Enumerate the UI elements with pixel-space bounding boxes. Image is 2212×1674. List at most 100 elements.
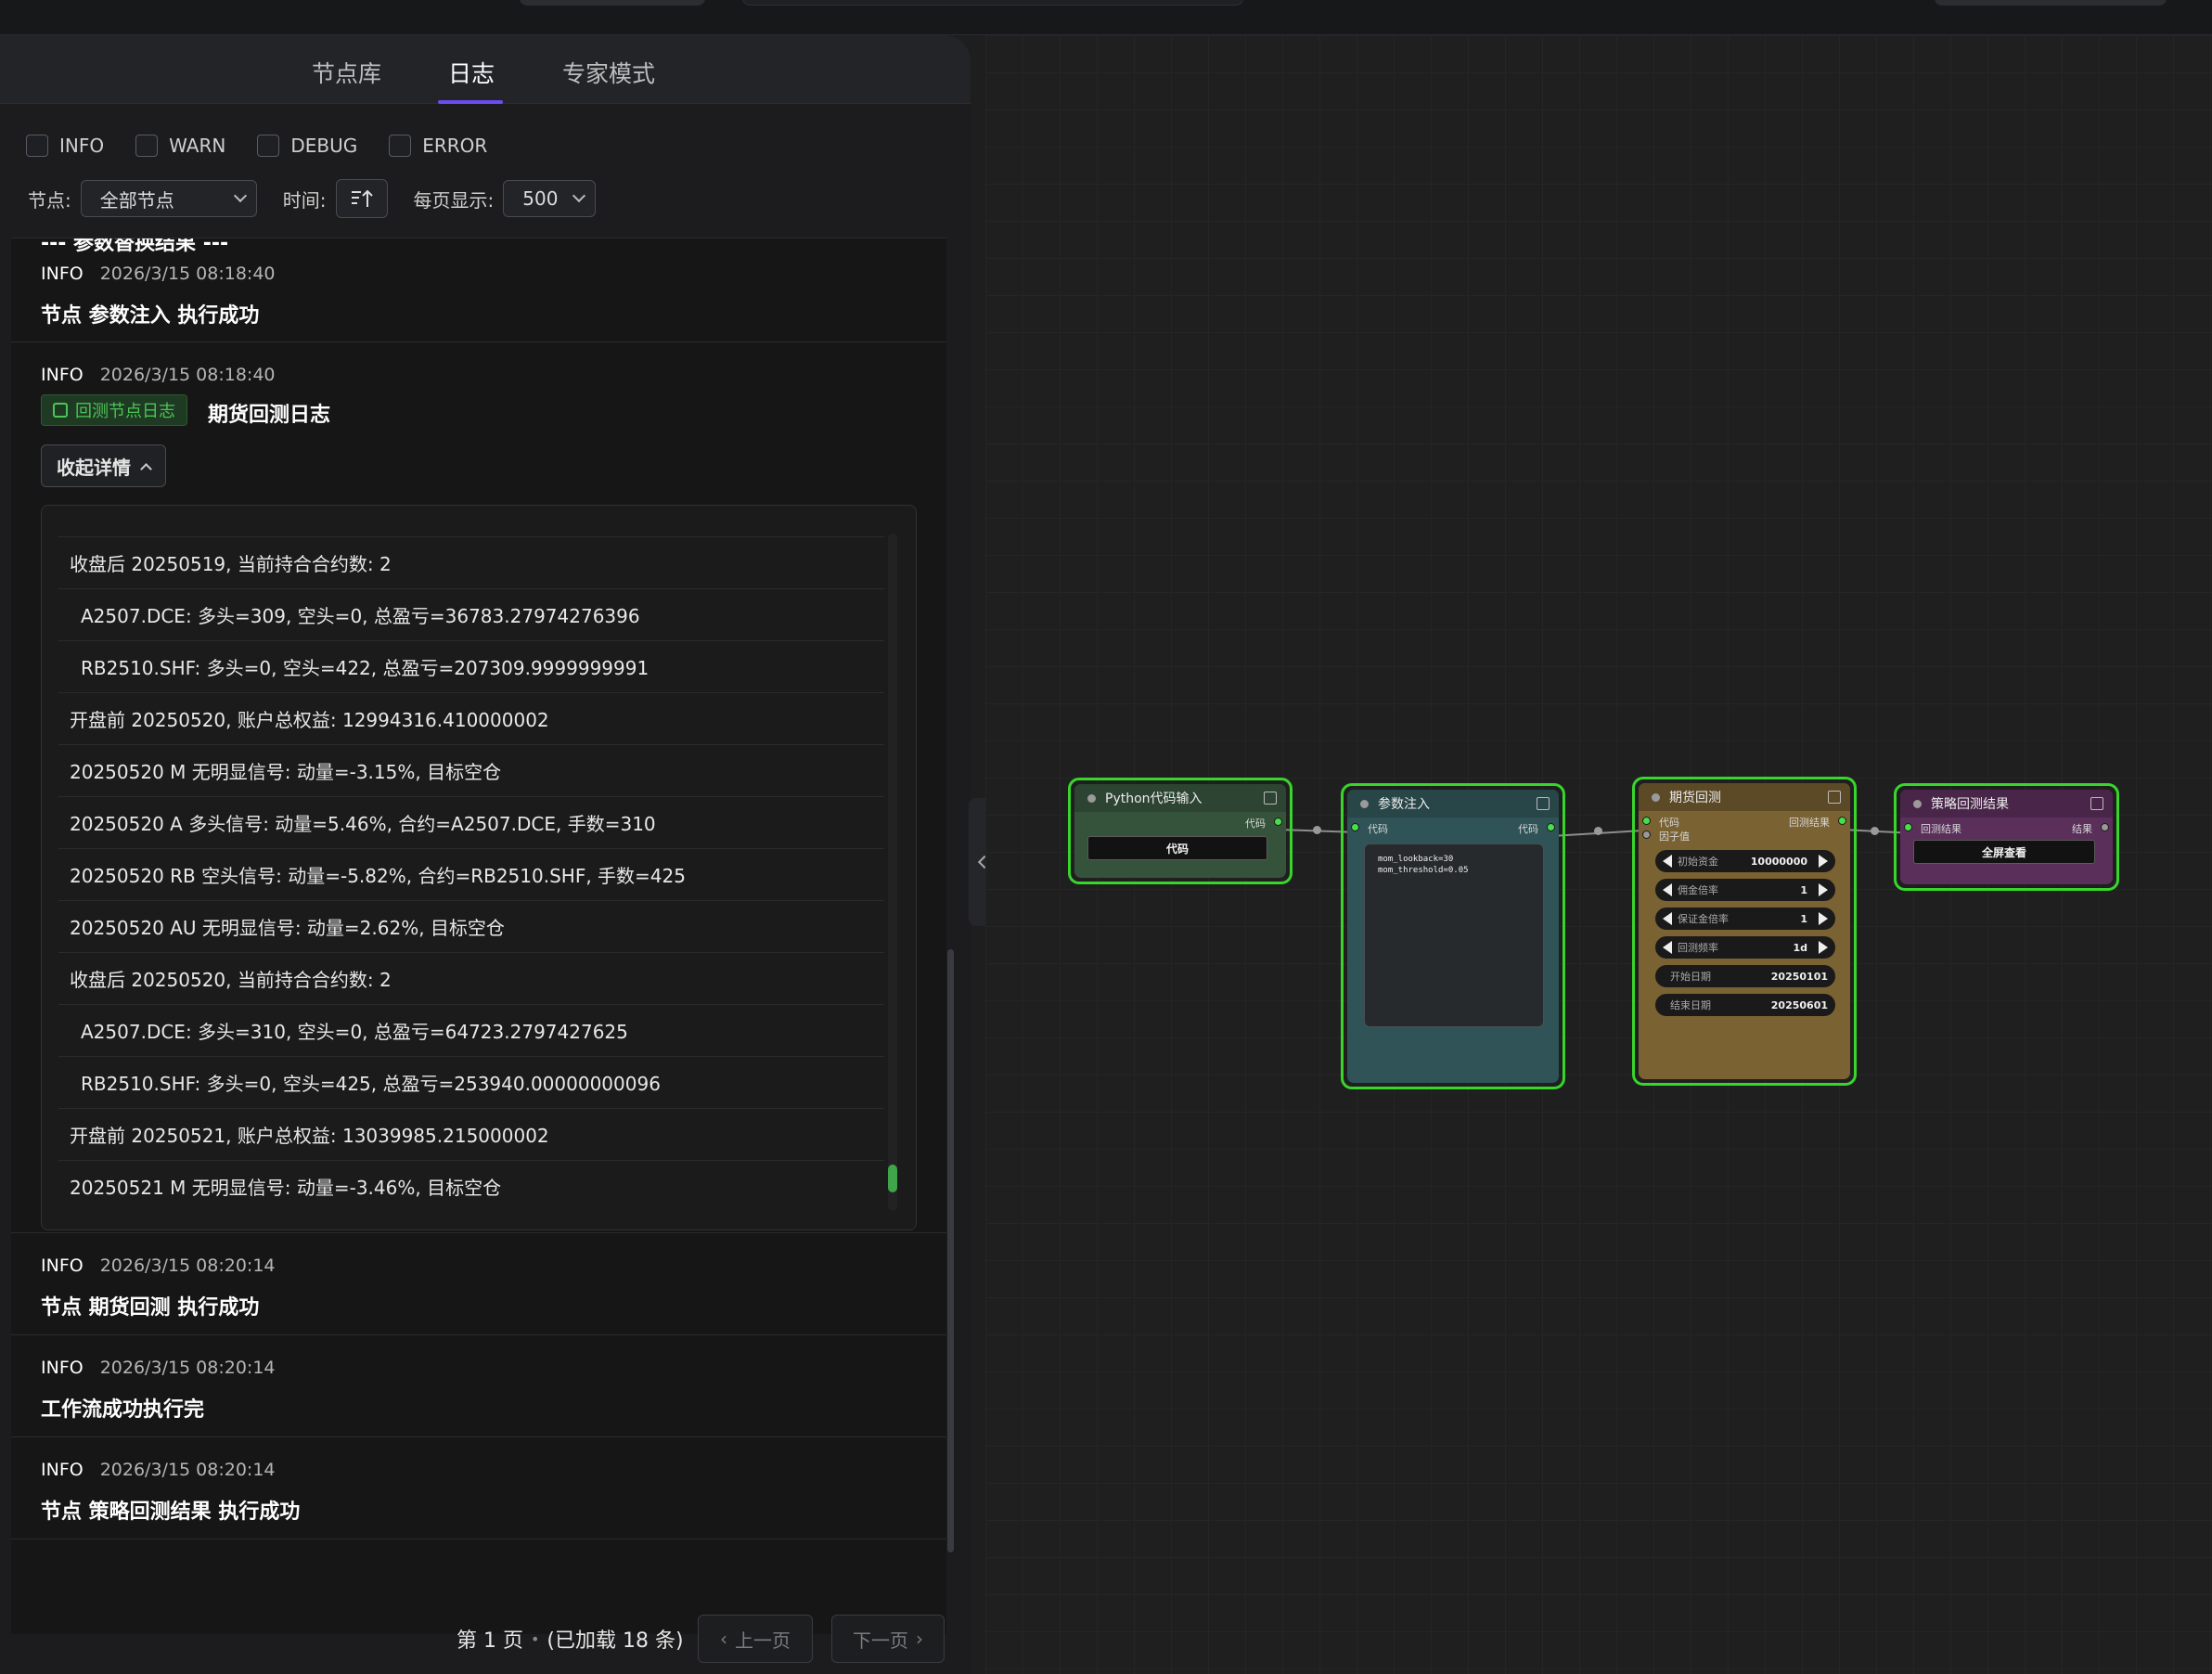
code-line: mom_lookback=30 <box>1378 855 1454 864</box>
wire-midpoint[interactable] <box>1594 827 1602 835</box>
increment-icon[interactable] <box>1819 912 1828 925</box>
decrement-icon[interactable] <box>1663 912 1672 925</box>
detail-line: 开盘前 20250520, 账户总权益: 12994316.410000002 <box>58 693 884 745</box>
edit-icon[interactable] <box>1828 791 1841 804</box>
node-status-dot <box>1360 799 1369 808</box>
widget-start-date[interactable]: 开始日期 20250101 <box>1655 965 1835 987</box>
time-sort-button[interactable] <box>335 179 388 218</box>
filter-info[interactable]: INFO <box>26 135 104 157</box>
decrement-icon[interactable] <box>1663 941 1672 954</box>
node-strategy-result[interactable]: 策略回测结果 回测结果 结果 全屏查看 <box>1894 783 2119 891</box>
checkbox[interactable] <box>257 135 280 157</box>
top-pill[interactable] <box>520 0 705 6</box>
widget-end-date[interactable]: 结束日期 20250601 <box>1655 994 1835 1016</box>
badge-label: 回测节点日志 <box>75 402 175 421</box>
log-level: INFO <box>41 1256 84 1276</box>
active-tab-indicator <box>438 100 503 104</box>
input-port[interactable] <box>1642 817 1651 825</box>
tab-log[interactable]: 日志 <box>448 56 495 89</box>
collapse-label: 收起详情 <box>57 456 131 479</box>
tab-expert-mode[interactable]: 专家模式 <box>562 56 655 89</box>
widget-commission-multiplier[interactable]: 佣金倍率 1 <box>1655 879 1835 901</box>
chevron-down-icon <box>572 188 586 203</box>
log-time: 2026/3/15 08:18:40 <box>99 264 276 284</box>
output-port[interactable] <box>1274 818 1282 826</box>
next-label: 下一页 <box>853 1629 908 1652</box>
detail-line: 20250520 A 多头信号: 动量=5.46%, 合约=A2507.DCE,… <box>58 797 884 849</box>
log-entry: INFO 2026/3/15 08:20:14 节点 期货回测 执行成功 <box>11 1233 946 1335</box>
node-status-dot <box>1913 799 1922 808</box>
page-size-label: 每页显示: <box>413 188 495 212</box>
code-editor[interactable]: mom_lookback=30 mom_threshold=0.05 <box>1364 843 1544 1027</box>
workflow-canvas[interactable]: Python代码输入 代码 代码 参数注入 代码 代码 mom_lookback… <box>985 35 2212 1674</box>
increment-icon[interactable] <box>1819 855 1828 868</box>
filter-warn[interactable]: WARN <box>135 135 225 157</box>
detail-scrollbar[interactable] <box>888 534 897 1211</box>
input-port-label: 代码 <box>1659 817 1679 829</box>
fullscreen-view-button[interactable]: 全屏查看 <box>1913 840 2095 864</box>
decrement-icon[interactable] <box>1663 883 1672 896</box>
input-port[interactable] <box>1904 823 1912 831</box>
level-filters: INFO WARN DEBUG ERROR <box>26 130 519 161</box>
edit-icon[interactable] <box>1264 792 1277 805</box>
log-controls: 节点: 全部节点 时间: 每页显示: 500 <box>28 179 597 218</box>
widget-label: 佣金倍率 <box>1678 884 1718 896</box>
chevron-right-icon: › <box>916 1628 923 1650</box>
next-page-button[interactable]: 下一页 › <box>831 1615 945 1663</box>
filter-debug[interactable]: DEBUG <box>257 135 357 157</box>
detail-lines: 收盘后 20250519, 当前持合合约数: 2 A2507.DCE: 多头=30… <box>58 534 884 1211</box>
prev-page-button[interactable]: ‹ 上一页 <box>698 1615 813 1663</box>
widget-value: 20250101 <box>1770 970 1828 983</box>
log-list[interactable]: --- 参数替换结果 --- INFO 2026/3/15 08:18:40 节点… <box>11 238 946 1634</box>
output-port[interactable] <box>1547 823 1555 831</box>
detail-line: A2507.DCE: 多头=310, 空头=0, 总盈亏=64723.27974… <box>58 1005 884 1057</box>
sort-ascending-icon <box>351 189 373 207</box>
node-filter-select[interactable]: 全部节点 <box>80 180 257 217</box>
log-detail-box[interactable]: 收盘后 20250519, 当前持合合约数: 2 A2507.DCE: 多头=30… <box>41 505 917 1230</box>
top-pill-right[interactable] <box>1935 0 2167 6</box>
checkbox[interactable] <box>389 135 412 157</box>
tab-node-library[interactable]: 节点库 <box>312 56 381 89</box>
output-port[interactable] <box>2101 823 2109 831</box>
input-port[interactable] <box>1351 823 1359 831</box>
code-button[interactable]: 代码 <box>1087 836 1267 860</box>
decrement-icon[interactable] <box>1663 855 1672 868</box>
checkbox[interactable] <box>135 135 159 157</box>
increment-icon[interactable] <box>1819 941 1828 954</box>
input-port[interactable] <box>1642 831 1651 839</box>
collapse-details-button[interactable]: 收起详情 <box>41 444 166 487</box>
input-port-label: 回测结果 <box>1921 823 1961 835</box>
increment-icon[interactable] <box>1819 883 1828 896</box>
edit-icon[interactable] <box>1537 797 1550 810</box>
node-filter-label: 节点: <box>28 188 71 212</box>
top-search[interactable] <box>742 0 1243 6</box>
wire-midpoint[interactable] <box>1313 826 1321 834</box>
node-futures-backtest[interactable]: 期货回测 代码 因子值 回测结果 初始资金 10000000 佣金倍率 1 保证金倍… <box>1632 777 1857 1086</box>
filter-error[interactable]: ERROR <box>389 135 487 157</box>
node-param-inject[interactable]: 参数注入 代码 代码 mom_lookback=30 mom_threshold… <box>1341 783 1565 1089</box>
checkbox[interactable] <box>26 135 48 157</box>
page-number: 第 1 页 <box>457 1629 523 1653</box>
log-time: 2026/3/15 08:20:14 <box>99 1256 276 1276</box>
widget-label: 开始日期 <box>1670 971 1711 983</box>
log-time: 2026/3/15 08:20:14 <box>99 1460 276 1480</box>
node-filter-value: 全部节点 <box>99 188 174 212</box>
log-message: 工作流成功执行完 <box>41 1398 205 1422</box>
log-level: INFO <box>41 365 84 385</box>
input-port-label: 因子值 <box>1659 831 1690 843</box>
log-message: 期货回测日志 <box>208 404 331 427</box>
log-scrollbar[interactable] <box>947 949 954 1552</box>
detail-scroll-thumb[interactable] <box>888 1165 897 1192</box>
edit-icon[interactable] <box>2090 797 2103 810</box>
node-python-input[interactable]: Python代码输入 代码 代码 <box>1068 778 1292 884</box>
detail-line: 收盘后 20250520, 当前持合合约数: 2 <box>58 953 884 1005</box>
wire-midpoint[interactable] <box>1871 827 1879 835</box>
pagination-info: 第 1 页 • (已加载 18 条) <box>457 1615 684 1663</box>
output-port[interactable] <box>1838 817 1846 825</box>
widget-margin-multiplier[interactable]: 保证金倍率 1 <box>1655 908 1835 930</box>
widget-label: 结束日期 <box>1670 999 1711 1011</box>
widget-backtest-frequency[interactable]: 回测频率 1d <box>1655 936 1835 959</box>
page-size-select[interactable]: 500 <box>503 180 597 217</box>
widget-initial-capital[interactable]: 初始资金 10000000 <box>1655 850 1835 872</box>
log-time: 2026/3/15 08:20:14 <box>99 1358 276 1378</box>
